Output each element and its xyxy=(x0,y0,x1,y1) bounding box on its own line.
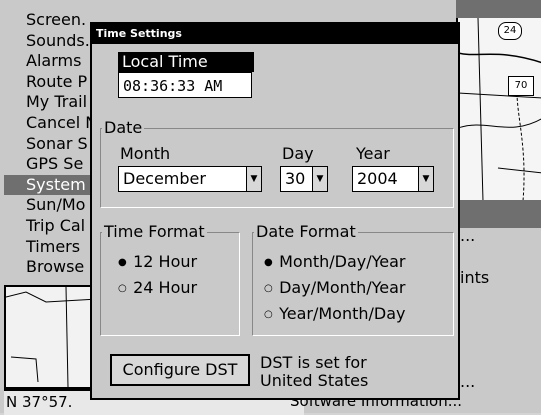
menu-item-gps-setup[interactable]: GPS Se xyxy=(4,154,104,175)
menu-item-timers[interactable]: Timers xyxy=(4,237,104,258)
right-panel-text-2: ints xyxy=(460,268,490,287)
radio-unselected-icon: ○ xyxy=(264,309,273,320)
time-format-12-hour-label: 12 Hour xyxy=(133,252,198,271)
menu-item-screen[interactable]: Screen. xyxy=(4,10,104,31)
mini-map-roads xyxy=(5,286,99,388)
dst-status-line-2: United States xyxy=(260,371,369,390)
menu-item-sounds[interactable]: Sounds. xyxy=(4,31,104,52)
day-label: Day xyxy=(282,144,314,163)
day-select-value: 30 xyxy=(285,169,306,188)
year-select[interactable]: 2004 ▼ xyxy=(352,166,434,192)
route-24-shield-icon: 24 xyxy=(498,22,522,40)
local-time-field[interactable]: 08:36:33 AM xyxy=(118,72,252,98)
date-group-label: Date xyxy=(102,118,145,137)
map-view: 24 70 xyxy=(456,17,541,202)
interstate-70-shield-icon: 70 xyxy=(508,76,534,96)
main-menu: Screen. Sounds. Alarms Route P My Trail … xyxy=(4,10,104,278)
month-dropdown-arrow-icon[interactable]: ▼ xyxy=(246,167,261,191)
radio-unselected-icon: ○ xyxy=(118,283,127,294)
month-select-value: December xyxy=(123,169,206,188)
date-format-label: Date Format xyxy=(254,222,358,241)
year-select-value: 2004 xyxy=(357,169,398,188)
day-dropdown-arrow-icon[interactable]: ▼ xyxy=(312,167,327,191)
date-format-ymd-label: Year/Month/Day xyxy=(279,304,406,323)
date-format-mdy-radio[interactable]: ● Month/Day/Year xyxy=(264,252,406,271)
menu-item-my-trails[interactable]: My Trail xyxy=(4,92,104,113)
menu-item-browse[interactable]: Browse xyxy=(4,257,104,278)
screen: Screen. Sounds. Alarms Route P My Trail … xyxy=(0,0,541,415)
year-label: Year xyxy=(356,144,390,163)
date-format-mdy-label: Month/Day/Year xyxy=(279,252,406,271)
month-select[interactable]: December ▼ xyxy=(118,166,262,192)
time-settings-dialog: Time Settings Local Time 08:36:33 AM Dat… xyxy=(90,22,460,400)
map-roads xyxy=(457,17,541,202)
radio-unselected-icon: ○ xyxy=(264,283,273,294)
date-format-ymd-radio[interactable]: ○ Year/Month/Day xyxy=(264,304,406,323)
right-panel-selection-bar xyxy=(456,200,541,228)
dst-status-text: DST is set for United States xyxy=(260,354,368,390)
menu-item-trip-calculator[interactable]: Trip Cal xyxy=(4,216,104,237)
dialog-title: Time Settings xyxy=(92,24,458,44)
date-format-dmy-label: Day/Month/Year xyxy=(279,278,406,297)
menu-item-alarms[interactable]: Alarms xyxy=(4,51,104,72)
menu-item-sonar-setup[interactable]: Sonar S xyxy=(4,134,104,155)
time-format-24-hour-radio[interactable]: ○ 24 Hour xyxy=(118,278,197,297)
mini-map-view xyxy=(4,285,100,389)
month-label: Month xyxy=(120,144,171,163)
menu-item-sun-moon[interactable]: Sun/Mo xyxy=(4,195,104,216)
time-format-label: Time Format xyxy=(102,222,207,241)
menu-item-system-setup[interactable]: System xyxy=(4,174,104,196)
local-time-label: Local Time xyxy=(118,52,254,72)
configure-dst-button[interactable]: Configure DST xyxy=(110,354,250,386)
right-panel-text-3: ... xyxy=(460,372,476,391)
radio-selected-icon: ● xyxy=(264,257,273,268)
time-format-12-hour-radio[interactable]: ● 12 Hour xyxy=(118,252,197,271)
right-panel-text-1: ... xyxy=(460,226,476,245)
coordinates-text: N 37°57. xyxy=(6,393,73,411)
menu-item-cancel-navigation[interactable]: Cancel N xyxy=(4,113,104,134)
radio-selected-icon: ● xyxy=(118,257,127,268)
menu-item-route-planning[interactable]: Route P xyxy=(4,72,104,93)
map-header-bar xyxy=(456,0,541,18)
date-format-dmy-radio[interactable]: ○ Day/Month/Year xyxy=(264,278,406,297)
time-format-24-hour-label: 24 Hour xyxy=(133,278,198,297)
year-dropdown-arrow-icon[interactable]: ▼ xyxy=(418,167,433,191)
day-select[interactable]: 30 ▼ xyxy=(280,166,328,192)
dst-status-line-1: DST is set for xyxy=(260,353,367,372)
